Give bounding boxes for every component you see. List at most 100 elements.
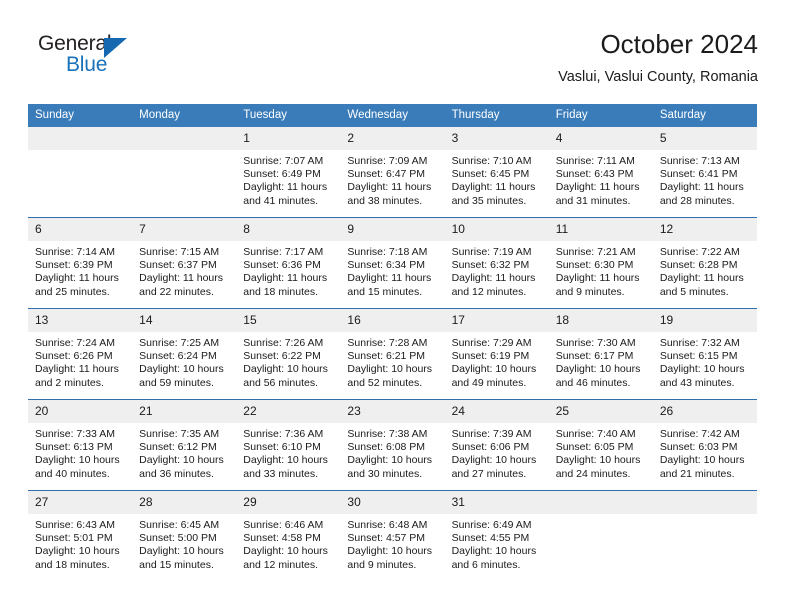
calendar-day-cell[interactable]: 18 Sunrise: 7:30 AM Sunset: 6:17 PM Dayligh… bbox=[548, 308, 653, 400]
calendar-week-row: 13 Sunrise: 7:24 AM Sunset: 6:26 PM Dayligh… bbox=[28, 308, 757, 400]
daylight-text-line2: and 18 minutes. bbox=[243, 285, 318, 298]
calendar-day-cell[interactable]: 19 Sunrise: 7:32 AM Sunset: 6:15 PM Dayligh… bbox=[652, 308, 757, 400]
calendar-day-cell[interactable]: 20 Sunrise: 7:33 AM Sunset: 6:13 PM Dayligh… bbox=[28, 399, 133, 491]
calendar-day-cell[interactable]: 11 Sunrise: 7:21 AM Sunset: 6:30 PM Dayligh… bbox=[548, 217, 653, 309]
daylight-text-line2: and 9 minutes. bbox=[555, 285, 625, 298]
daylight-text-line1: Daylight: 11 hours bbox=[555, 272, 640, 285]
day-sun-info: Sunrise: 7:10 AM Sunset: 6:45 PM Daylight:… bbox=[445, 150, 549, 208]
sunset-text: Sunset: 6:39 PM bbox=[35, 259, 113, 272]
calendar-day-cell[interactable]: 23 Sunrise: 7:38 AM Sunset: 6:08 PM Dayligh… bbox=[340, 399, 445, 491]
day-number: 25 bbox=[548, 400, 653, 423]
calendar-day-cell[interactable]: 22 Sunrise: 7:36 AM Sunset: 6:10 PM Dayligh… bbox=[236, 399, 341, 491]
day-sun-info: Sunrise: 7:09 AM Sunset: 6:47 PM Daylight:… bbox=[340, 150, 444, 208]
calendar-day-cell[interactable]: 13 Sunrise: 7:24 AM Sunset: 6:26 PM Dayligh… bbox=[28, 308, 133, 400]
calendar-day-cell[interactable]: 12 Sunrise: 7:22 AM Sunset: 6:28 PM Dayligh… bbox=[652, 217, 757, 309]
daylight-text-line2: and 36 minutes. bbox=[139, 467, 214, 480]
calendar-day-cell[interactable]: 8 Sunrise: 7:17 AM Sunset: 6:36 PM Daylight… bbox=[236, 217, 341, 309]
daylight-text-line1: Daylight: 10 hours bbox=[659, 454, 745, 467]
daylight-text-line2: and 22 minutes. bbox=[139, 285, 214, 298]
calendar-day-cell[interactable]: 5 Sunrise: 7:13 AM Sunset: 6:41 PM Daylight… bbox=[652, 127, 757, 218]
calendar-day-cell[interactable]: 3 Sunrise: 7:10 AM Sunset: 6:45 PM Daylight… bbox=[444, 127, 549, 218]
day-number: 26 bbox=[652, 400, 757, 423]
sunrise-text: Sunrise: 7:24 AM bbox=[35, 337, 115, 349]
calendar-day-cell[interactable]: 10 Sunrise: 7:19 AM Sunset: 6:32 PM Dayligh… bbox=[444, 217, 549, 309]
day-number bbox=[132, 127, 237, 150]
calendar-day-cell[interactable]: 14 Sunrise: 7:25 AM Sunset: 6:24 PM Dayligh… bbox=[132, 308, 237, 400]
sunrise-text: Sunrise: 7:14 AM bbox=[35, 246, 115, 258]
day-number: 4 bbox=[548, 127, 653, 150]
daylight-text-line2: and 40 minutes. bbox=[35, 467, 110, 480]
day-sun-info: Sunrise: 6:43 AM Sunset: 5:01 PM Daylight:… bbox=[28, 514, 132, 572]
day-sun-info: Sunrise: 7:39 AM Sunset: 6:06 PM Daylight:… bbox=[445, 423, 549, 481]
calendar-day-cell[interactable]: 25 Sunrise: 7:40 AM Sunset: 6:05 PM Dayligh… bbox=[548, 399, 653, 491]
day-sun-info bbox=[28, 150, 132, 155]
calendar-week-row: 20 Sunrise: 7:33 AM Sunset: 6:13 PM Dayligh… bbox=[28, 399, 757, 491]
day-number: 15 bbox=[236, 309, 341, 332]
day-sun-info: Sunrise: 7:18 AM Sunset: 6:34 PM Daylight:… bbox=[340, 241, 444, 299]
daylight-text-line1: Daylight: 10 hours bbox=[139, 454, 224, 467]
calendar-day-cell[interactable]: 2 Sunrise: 7:09 AM Sunset: 6:47 PM Daylight… bbox=[340, 127, 445, 218]
daylight-text-line1: Daylight: 11 hours bbox=[139, 272, 223, 285]
daylight-text-line2: and 31 minutes. bbox=[555, 194, 631, 207]
calendar-day-cell[interactable]: 4 Sunrise: 7:11 AM Sunset: 6:43 PM Daylight… bbox=[548, 127, 653, 218]
daylight-text-line2: and 30 minutes. bbox=[347, 467, 423, 480]
daylight-text-line1: Daylight: 10 hours bbox=[451, 454, 537, 467]
daylight-text-line1: Daylight: 11 hours bbox=[347, 272, 432, 285]
sunrise-text: Sunrise: 7:10 AM bbox=[451, 155, 532, 167]
daylight-text-line1: Daylight: 10 hours bbox=[347, 363, 433, 376]
sunrise-text: Sunrise: 7:36 AM bbox=[243, 428, 324, 440]
calendar-day-cell[interactable]: 7 Sunrise: 7:15 AM Sunset: 6:37 PM Daylight… bbox=[132, 217, 237, 309]
sunset-text: Sunset: 6:45 PM bbox=[451, 168, 530, 181]
day-number: 22 bbox=[236, 400, 341, 423]
daylight-text-line2: and 25 minutes. bbox=[35, 285, 110, 298]
daylight-text-line2: and 56 minutes. bbox=[243, 376, 318, 389]
day-number: 31 bbox=[444, 491, 549, 514]
daylight-text-line1: Daylight: 11 hours bbox=[659, 181, 744, 194]
day-sun-info: Sunrise: 6:48 AM Sunset: 4:57 PM Daylight:… bbox=[340, 514, 444, 572]
day-sun-info: Sunrise: 7:24 AM Sunset: 6:26 PM Daylight:… bbox=[28, 332, 132, 390]
calendar-day-cell[interactable]: 1 Sunrise: 7:07 AM Sunset: 6:49 PM Daylight… bbox=[236, 127, 341, 218]
day-sun-info: Sunrise: 7:32 AM Sunset: 6:15 PM Daylight:… bbox=[653, 332, 757, 390]
day-number: 20 bbox=[28, 400, 133, 423]
daylight-text-line2: and 46 minutes. bbox=[555, 376, 631, 389]
sunset-text: Sunset: 6:21 PM bbox=[347, 350, 426, 363]
day-number: 30 bbox=[340, 491, 445, 514]
calendar-day-cell[interactable]: 30 Sunrise: 6:48 AM Sunset: 4:57 PM Dayligh… bbox=[340, 490, 445, 581]
calendar-day-cell[interactable]: 17 Sunrise: 7:29 AM Sunset: 6:19 PM Dayligh… bbox=[444, 308, 549, 400]
daylight-text-line2: and 12 minutes. bbox=[243, 558, 318, 571]
calendar-day-cell[interactable]: 9 Sunrise: 7:18 AM Sunset: 6:34 PM Daylight… bbox=[340, 217, 445, 309]
calendar-day-cell[interactable]: 16 Sunrise: 7:28 AM Sunset: 6:21 PM Dayligh… bbox=[340, 308, 445, 400]
daylight-text-line2: and 27 minutes. bbox=[451, 467, 527, 480]
sunset-text: Sunset: 6:03 PM bbox=[659, 441, 738, 454]
sunrise-text: Sunrise: 6:49 AM bbox=[451, 519, 532, 531]
calendar-day-cell[interactable]: 21 Sunrise: 7:35 AM Sunset: 6:12 PM Dayligh… bbox=[132, 399, 237, 491]
day-number bbox=[28, 127, 133, 150]
calendar-day-cell[interactable]: 26 Sunrise: 7:42 AM Sunset: 6:03 PM Dayligh… bbox=[652, 399, 757, 491]
calendar-day-cell[interactable]: 6 Sunrise: 7:14 AM Sunset: 6:39 PM Daylight… bbox=[28, 217, 133, 309]
calendar-day-cell[interactable]: 31 Sunrise: 6:49 AM Sunset: 4:55 PM Dayligh… bbox=[444, 490, 549, 581]
daylight-text-line1: Daylight: 10 hours bbox=[243, 545, 328, 558]
calendar-day-cell[interactable]: 15 Sunrise: 7:26 AM Sunset: 6:22 PM Dayligh… bbox=[236, 308, 341, 400]
day-sun-info: Sunrise: 7:33 AM Sunset: 6:13 PM Daylight:… bbox=[28, 423, 132, 481]
calendar-day-cell[interactable]: 29 Sunrise: 6:46 AM Sunset: 4:58 PM Dayligh… bbox=[236, 490, 341, 581]
calendar-day-cell[interactable]: 24 Sunrise: 7:39 AM Sunset: 6:06 PM Dayligh… bbox=[444, 399, 549, 491]
sunset-text: Sunset: 6:47 PM bbox=[347, 168, 426, 181]
daylight-text-line1: Daylight: 10 hours bbox=[243, 363, 328, 376]
calendar-day-cell-empty bbox=[28, 127, 133, 218]
calendar-day-cell[interactable]: 27 Sunrise: 6:43 AM Sunset: 5:01 PM Dayligh… bbox=[28, 490, 133, 581]
calendar-day-cell-empty bbox=[548, 490, 653, 581]
daylight-text-line1: Daylight: 10 hours bbox=[451, 545, 537, 558]
sunrise-text: Sunrise: 7:11 AM bbox=[555, 155, 635, 167]
daylight-text-line1: Daylight: 11 hours bbox=[555, 181, 640, 194]
day-sun-info: Sunrise: 7:28 AM Sunset: 6:21 PM Daylight:… bbox=[340, 332, 444, 390]
daylight-text-line2: and 5 minutes. bbox=[659, 285, 729, 298]
daylight-text-line2: and 52 minutes. bbox=[347, 376, 423, 389]
sunrise-text: Sunrise: 7:29 AM bbox=[451, 337, 532, 349]
sunrise-text: Sunrise: 7:35 AM bbox=[139, 428, 220, 440]
sunrise-text: Sunrise: 7:39 AM bbox=[451, 428, 532, 440]
sunset-text: Sunset: 5:00 PM bbox=[139, 532, 217, 545]
day-sun-info: Sunrise: 7:15 AM Sunset: 6:37 PM Daylight:… bbox=[132, 241, 236, 299]
calendar-body: 1 Sunrise: 7:07 AM Sunset: 6:49 PM Daylight… bbox=[28, 127, 757, 581]
day-number: 9 bbox=[340, 218, 445, 241]
calendar-day-cell[interactable]: 28 Sunrise: 6:45 AM Sunset: 5:00 PM Dayligh… bbox=[132, 490, 237, 581]
